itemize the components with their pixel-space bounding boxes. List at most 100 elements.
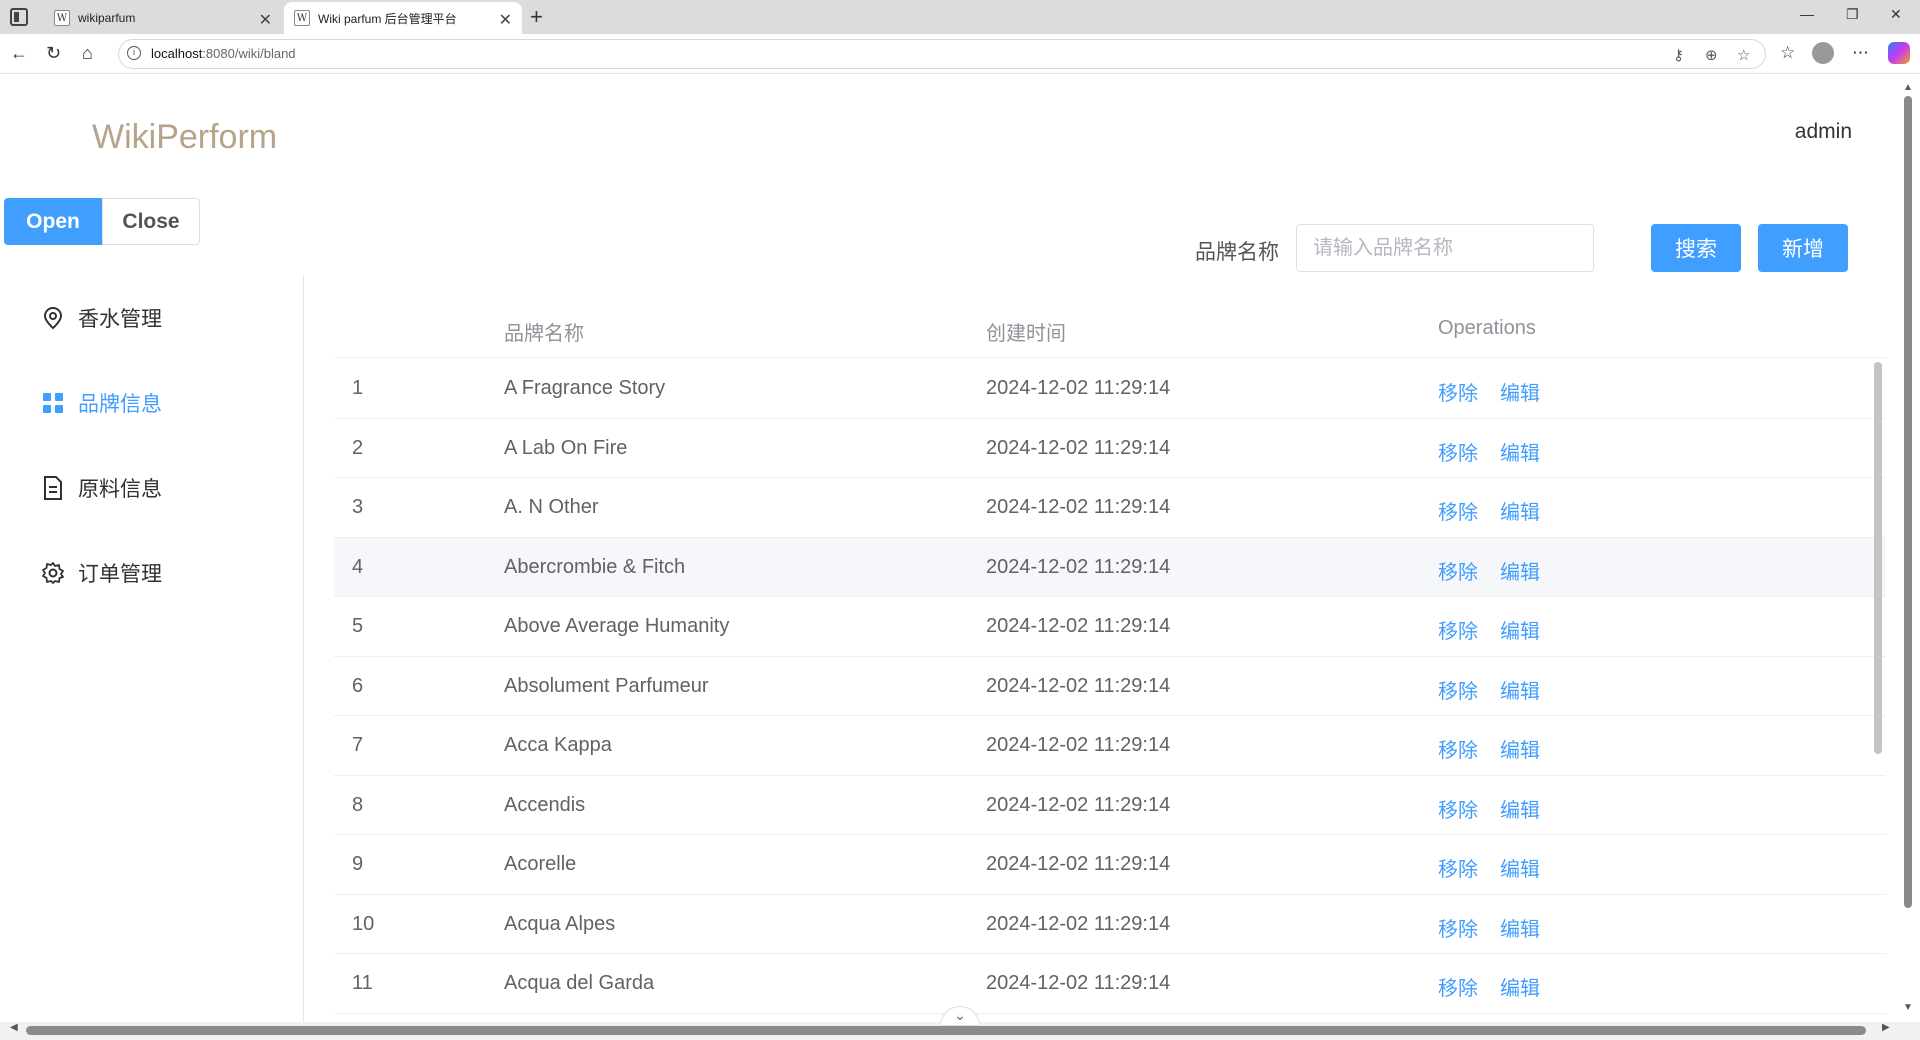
- remove-link[interactable]: 移除: [1438, 437, 1478, 466]
- brand-search-input[interactable]: [1296, 224, 1594, 272]
- remove-link[interactable]: 移除: [1438, 913, 1478, 942]
- favicon-icon: W: [54, 10, 70, 26]
- table-vertical-scrollbar[interactable]: [1874, 362, 1882, 754]
- table-row[interactable]: 7 Acca Kappa 2024-12-02 11:29:14 移除 编辑: [334, 716, 1886, 776]
- remove-link[interactable]: 移除: [1438, 972, 1478, 1001]
- restore-icon[interactable]: ❐: [1846, 6, 1859, 23]
- edit-link[interactable]: 编辑: [1500, 377, 1540, 406]
- page-vertical-scrollbar[interactable]: [1904, 96, 1912, 908]
- scroll-right-arrow-icon[interactable]: ▶: [1882, 1022, 1890, 1033]
- close-tab-icon[interactable]: ✕: [499, 10, 512, 30]
- remove-link[interactable]: 移除: [1438, 675, 1478, 704]
- edit-link[interactable]: 编辑: [1500, 913, 1540, 942]
- row-index: 8: [352, 793, 364, 816]
- close-sidebar-button[interactable]: Close: [102, 198, 200, 245]
- table-row[interactable]: 3 A. N Other 2024-12-02 11:29:14 移除 编辑: [334, 478, 1886, 538]
- key-icon[interactable]: ⚷: [1673, 46, 1684, 64]
- brand-name-cell: Above Average Humanity: [504, 615, 730, 637]
- table-row[interactable]: 5 Above Average Humanity 2024-12-02 11:29:…: [334, 597, 1886, 657]
- home-icon[interactable]: ⌂: [82, 43, 93, 64]
- profile-avatar[interactable]: [1812, 42, 1834, 64]
- table-row[interactable]: 2 A Lab On Fire 2024-12-02 11:29:14 移除 编辑: [334, 419, 1886, 478]
- document-icon: [40, 475, 66, 501]
- favorites-icon[interactable]: ☆: [1780, 43, 1795, 63]
- created-time-cell: 2024-12-02 11:29:14: [986, 496, 1171, 518]
- table-row[interactable]: 8 Accendis 2024-12-02 11:29:14 移除 编辑: [334, 776, 1886, 835]
- browser-tab-strip: W wikiparfum ✕ W Wiki parfum 后台管理平台 ✕ + …: [0, 0, 1920, 34]
- brand-name-cell: Absolument Parfumeur: [504, 674, 709, 697]
- new-tab-icon[interactable]: +: [530, 4, 543, 30]
- row-index: 2: [352, 436, 364, 459]
- row-index: 1: [352, 377, 364, 399]
- grid-icon: [40, 390, 66, 416]
- created-time-cell: 2024-12-02 11:29:14: [986, 674, 1171, 697]
- remove-link[interactable]: 移除: [1438, 615, 1478, 644]
- table-row[interactable]: 1 A Fragrance Story 2024-12-02 11:29:14 移除编…: [334, 359, 1886, 419]
- scroll-left-arrow-icon[interactable]: ◀: [10, 1022, 18, 1033]
- more-menu-icon[interactable]: ⋯: [1852, 43, 1869, 63]
- url-field[interactable]: i localhost:8080/wiki/bland ⚷ ⊕ ☆: [118, 39, 1766, 69]
- close-tab-icon[interactable]: ✕: [259, 10, 272, 30]
- remove-link[interactable]: 移除: [1438, 794, 1478, 823]
- scroll-up-arrow-icon[interactable]: ▲: [1903, 82, 1913, 93]
- sidebar-item-material[interactable]: 原料信息: [40, 468, 162, 508]
- page-horizontal-scrollbar[interactable]: [26, 1026, 1866, 1035]
- column-header-name: 品牌名称: [504, 323, 584, 345]
- back-icon[interactable]: ←: [10, 43, 28, 64]
- reload-icon[interactable]: ↻: [46, 43, 61, 64]
- tab-actions-icon[interactable]: [10, 8, 28, 26]
- site-info-icon[interactable]: i: [127, 46, 141, 60]
- edit-link[interactable]: 编辑: [1500, 675, 1540, 704]
- edit-link[interactable]: 编辑: [1500, 437, 1540, 466]
- remove-link[interactable]: 移除: [1438, 734, 1478, 763]
- table-row[interactable]: 10 Acqua Alpes 2024-12-02 11:29:14 移除 编辑: [334, 895, 1886, 954]
- brand-table: 品牌名称 创建时间 Operations 1 A Fragrance Story 2…: [334, 300, 1886, 1022]
- browser-tab-wikiparfum[interactable]: W wikiparfum ✕: [44, 2, 282, 34]
- row-index: 7: [352, 734, 364, 756]
- table-row[interactable]: 9 Acorelle 2024-12-02 11:29:14 移除 编辑: [334, 835, 1886, 895]
- remove-link[interactable]: 移除: [1438, 556, 1478, 585]
- scroll-down-arrow-icon[interactable]: ▼: [1903, 1002, 1913, 1013]
- remove-link[interactable]: 移除: [1438, 377, 1478, 406]
- search-button[interactable]: 搜索: [1651, 224, 1741, 272]
- brand-name-cell: A Fragrance Story: [504, 377, 666, 399]
- url-text: localhost:8080/wiki/bland: [151, 46, 296, 61]
- row-index: 11: [352, 972, 373, 994]
- sidebar-item-label: 原料信息: [78, 478, 162, 501]
- tab-title: wikiparfum: [78, 11, 136, 25]
- sidebar-item-label: 香水管理: [78, 308, 162, 331]
- edit-link[interactable]: 编辑: [1500, 734, 1540, 763]
- sidebar-item-orders[interactable]: 订单管理: [40, 553, 162, 593]
- remove-link[interactable]: 移除: [1438, 853, 1478, 882]
- created-time-cell: 2024-12-02 11:29:14: [986, 377, 1171, 399]
- row-index: 6: [352, 674, 364, 697]
- brand-name-cell: Acorelle: [504, 853, 577, 875]
- column-header-operations: Operations: [1438, 317, 1536, 339]
- edit-link[interactable]: 编辑: [1500, 794, 1540, 823]
- sidebar-item-brand[interactable]: 品牌信息: [40, 383, 162, 423]
- copilot-icon[interactable]: [1888, 42, 1910, 64]
- edit-link[interactable]: 编辑: [1500, 615, 1540, 644]
- table-row[interactable]: 6 Absolument Parfumeur 2024-12-02 11:29:14…: [334, 657, 1886, 716]
- table-row[interactable]: 11 Acqua del Garda 2024-12-02 11:29:14 移除 编辑: [334, 954, 1886, 1014]
- row-index: 9: [352, 853, 364, 875]
- brand-name-cell: Acqua Alpes: [504, 912, 616, 935]
- edit-link[interactable]: 编辑: [1500, 853, 1540, 882]
- zoom-icon[interactable]: ⊕: [1705, 46, 1718, 64]
- browser-tab-admin[interactable]: W Wiki parfum 后台管理平台 ✕: [284, 2, 522, 34]
- remove-link[interactable]: 移除: [1438, 496, 1478, 525]
- user-name[interactable]: admin: [1795, 120, 1852, 144]
- add-button[interactable]: 新增: [1758, 224, 1848, 272]
- minimize-icon[interactable]: —: [1800, 6, 1814, 22]
- sidebar-item-perfume[interactable]: 香水管理: [40, 298, 162, 338]
- search-label: 品牌名称: [1195, 241, 1279, 264]
- edit-link[interactable]: 编辑: [1500, 556, 1540, 585]
- open-sidebar-button[interactable]: Open: [4, 198, 102, 245]
- table-row[interactable]: 4 Abercrombie & Fitch 2024-12-02 11:29:14 移…: [334, 537, 1886, 597]
- created-time-cell: 2024-12-02 11:29:14: [986, 555, 1171, 578]
- sidebar-item-label: 订单管理: [78, 563, 162, 586]
- edit-link[interactable]: 编辑: [1500, 972, 1540, 1001]
- edit-link[interactable]: 编辑: [1500, 496, 1540, 525]
- window-close-icon[interactable]: ✕: [1890, 6, 1902, 23]
- favorite-star-icon[interactable]: ☆: [1737, 46, 1750, 64]
